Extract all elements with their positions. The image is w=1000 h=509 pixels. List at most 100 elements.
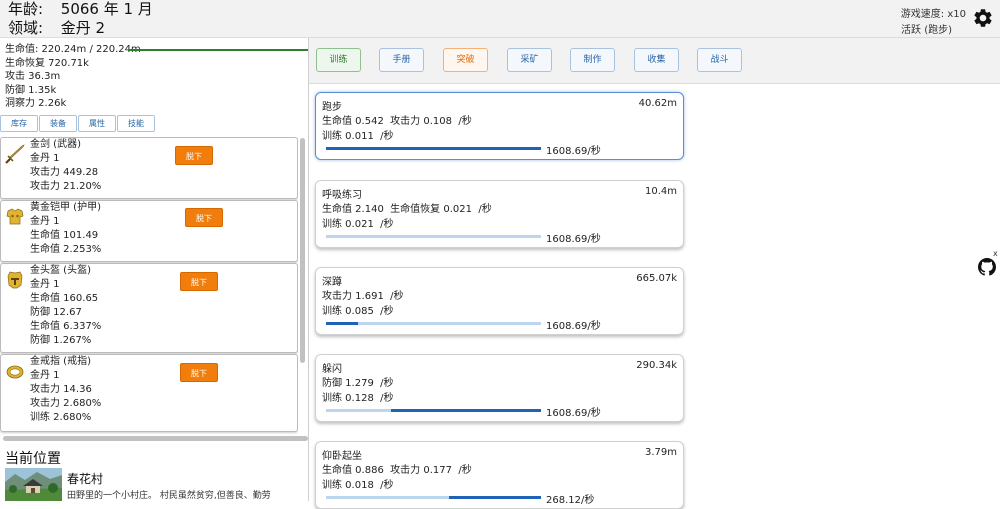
equipment-stat: 攻击力 2.680% [30, 397, 102, 409]
training-effect: 防御 1.279 /秒 [322, 378, 394, 389]
age-label: 年龄: [8, 0, 44, 18]
training-card-running[interactable]: 跑步 40.62m 生命值 0.542 攻击力 0.108 /秒 训练 0.01… [315, 92, 684, 160]
gear-icon[interactable] [972, 7, 994, 29]
realm-row: 领域: 金丹 2 [8, 19, 105, 38]
realm-label: 领域: [8, 19, 44, 37]
training-effect: 生命值 0.542 攻击力 0.108 /秒 [322, 116, 472, 127]
training-name: 跑步 [322, 102, 342, 113]
training-effect: 生命值 2.140 生命值恢复 0.021 /秒 [322, 204, 492, 215]
current-activity: 活跃 (跑步) [901, 25, 952, 36]
training-card-breathing[interactable]: 呼吸练习 10.4m 生命值 2.140 生命值恢复 0.021 /秒 训练 0… [315, 180, 684, 248]
equipment-stat: 攻击力 21.20% [30, 180, 102, 192]
training-speed: 268.12/秒 [546, 495, 595, 506]
equipment-name: 金剑 (武器) [30, 139, 81, 150]
header: 年龄: 5066 年 1 月 领域: 金丹 2 游戏速度: x10 活跃 (跑步… [0, 0, 1000, 38]
menu-gather-button[interactable]: 收集 [634, 48, 679, 72]
age-value: 5066 年 1 月 [60, 0, 153, 18]
equipment-stat: 金丹 1 [30, 369, 60, 381]
equipment-name: 金戒指 (戒指) [30, 356, 91, 367]
equipment-name: 金头盔 (头盔) [30, 265, 91, 276]
training-speed: 1608.69/秒 [546, 234, 601, 245]
training-value: 40.62m [638, 98, 677, 109]
age-row: 年龄: 5066 年 1 月 [8, 0, 153, 19]
equipment-card: 金剑 (武器) 金丹 1 攻击力 449.28 攻击力 21.20% 脱下 [0, 137, 298, 199]
training-rate: 训练 0.011 /秒 [322, 131, 394, 142]
training-effect: 攻击力 1.691 /秒 [322, 291, 404, 302]
stat-regen: 生命恢复 720.71k [5, 57, 89, 69]
training-card-squat[interactable]: 深蹲 665.07k 攻击力 1.691 /秒 训练 0.085 /秒 1608… [315, 267, 684, 335]
armor-icon [6, 208, 24, 225]
tab-skills[interactable]: 技能 [117, 115, 155, 132]
location-heading: 当前位置 [5, 451, 61, 467]
menu-breakthrough-button[interactable]: 突破 [443, 48, 488, 72]
training-rate: 训练 0.021 /秒 [322, 219, 394, 230]
training-value: 665.07k [636, 273, 677, 284]
unequip-button[interactable]: 脱下 [180, 363, 218, 382]
training-effect: 生命值 0.886 攻击力 0.177 /秒 [322, 465, 472, 476]
close-icon[interactable]: x [993, 249, 998, 258]
equipment-stat: 防御 1.267% [30, 334, 92, 346]
menu-mining-button[interactable]: 采矿 [507, 48, 552, 72]
equipment-stat: 生命值 101.49 [30, 229, 99, 241]
equipment-card: 金戒指 (戒指) 金丹 1 攻击力 14.36 攻击力 2.680% 训练 2.… [0, 354, 298, 432]
equipment-stat: 金丹 1 [30, 152, 60, 164]
unequip-button[interactable]: 脱下 [185, 208, 223, 227]
panel-tabs: 库存 装备 属性 技能 [0, 115, 156, 132]
location-name: 春花村 [67, 472, 104, 486]
progress-bar [326, 147, 541, 150]
equipment-stat: 生命值 2.253% [30, 243, 102, 255]
stats-list: 生命值: 220.24m / 220.24m 生命恢复 720.71k 攻击 3… [5, 43, 141, 111]
menu-manual-button[interactable]: 手册 [379, 48, 424, 72]
unequip-button[interactable]: 脱下 [180, 272, 218, 291]
progress-fill [326, 147, 541, 150]
progress-fill [448, 496, 541, 499]
sword-icon [5, 144, 25, 164]
training-card-situp[interactable]: 仰卧起坐 3.79m 生命值 0.886 攻击力 0.177 /秒 训练 0.0… [315, 441, 684, 509]
equipment-stat: 金丹 1 [30, 215, 60, 227]
training-rate: 训练 0.128 /秒 [322, 393, 394, 404]
equipment-card: 黄金铠甲 (护甲) 金丹 1 生命值 101.49 生命值 2.253% 脱下 [0, 200, 298, 262]
progress-fill [390, 409, 541, 412]
equipment-stat: 防御 12.67 [30, 306, 82, 318]
training-card-dodge[interactable]: 躲闪 290.34k 防御 1.279 /秒 训练 0.128 /秒 1608.… [315, 354, 684, 422]
ring-icon [6, 365, 24, 379]
hp-bar [128, 49, 308, 51]
character-panel: 生命值: 220.24m / 220.24m 生命恢复 720.71k 攻击 3… [0, 38, 308, 501]
tab-attributes[interactable]: 属性 [78, 115, 116, 132]
tab-inventory[interactable]: 库存 [0, 115, 38, 132]
training-name: 深蹲 [322, 277, 342, 288]
stat-insight: 洞察力 2.26k [5, 98, 67, 110]
training-rate: 训练 0.085 /秒 [322, 306, 394, 317]
equipment-stat: 攻击力 14.36 [30, 383, 92, 395]
progress-bar [326, 496, 541, 499]
progress-fill [326, 322, 359, 325]
tab-equipment[interactable]: 装备 [39, 115, 77, 132]
equipment-card: 金头盔 (头盔) 金丹 1 生命值 160.65 防御 12.67 生命值 6.… [0, 263, 298, 353]
menu-crafting-button[interactable]: 制作 [570, 48, 615, 72]
progress-bar [326, 235, 541, 238]
progress-bar [326, 322, 541, 325]
github-icon[interactable] [978, 258, 996, 276]
training-value: 3.79m [644, 447, 677, 458]
stat-hp: 生命值: 220.24m / 220.24m [5, 44, 141, 55]
training-name: 躲闪 [322, 364, 342, 375]
equipment-stat: 金丹 1 [30, 278, 60, 290]
equipment-stat: 攻击力 449.28 [30, 166, 99, 178]
menu-train-button[interactable]: 训练 [316, 48, 361, 72]
equipment-stat: 生命值 6.337% [30, 320, 102, 332]
equipment-stat: 生命值 160.65 [30, 292, 99, 304]
game-speed[interactable]: 游戏速度: x10 [901, 5, 966, 20]
vertical-scrollbar[interactable] [300, 138, 305, 363]
training-name: 呼吸练习 [322, 190, 362, 201]
unequip-button[interactable]: 脱下 [175, 146, 213, 165]
realm-value: 金丹 2 [60, 19, 106, 37]
training-name: 仰卧起坐 [322, 451, 362, 462]
stat-attack: 攻击 36.3m [5, 71, 61, 83]
progress-bar [326, 409, 541, 412]
horizontal-scrollbar[interactable] [3, 436, 308, 441]
village-image [5, 468, 62, 501]
location-description: 田野里的一个小村庄。 村民虽然贫穷,但善良、勤劳 [67, 491, 271, 501]
menu-battle-button[interactable]: 战斗 [697, 48, 742, 72]
training-rate: 训练 0.018 /秒 [322, 480, 394, 491]
equipment-list: 金剑 (武器) 金丹 1 攻击力 449.28 攻击力 21.20% 脱下 黄金… [0, 137, 298, 435]
